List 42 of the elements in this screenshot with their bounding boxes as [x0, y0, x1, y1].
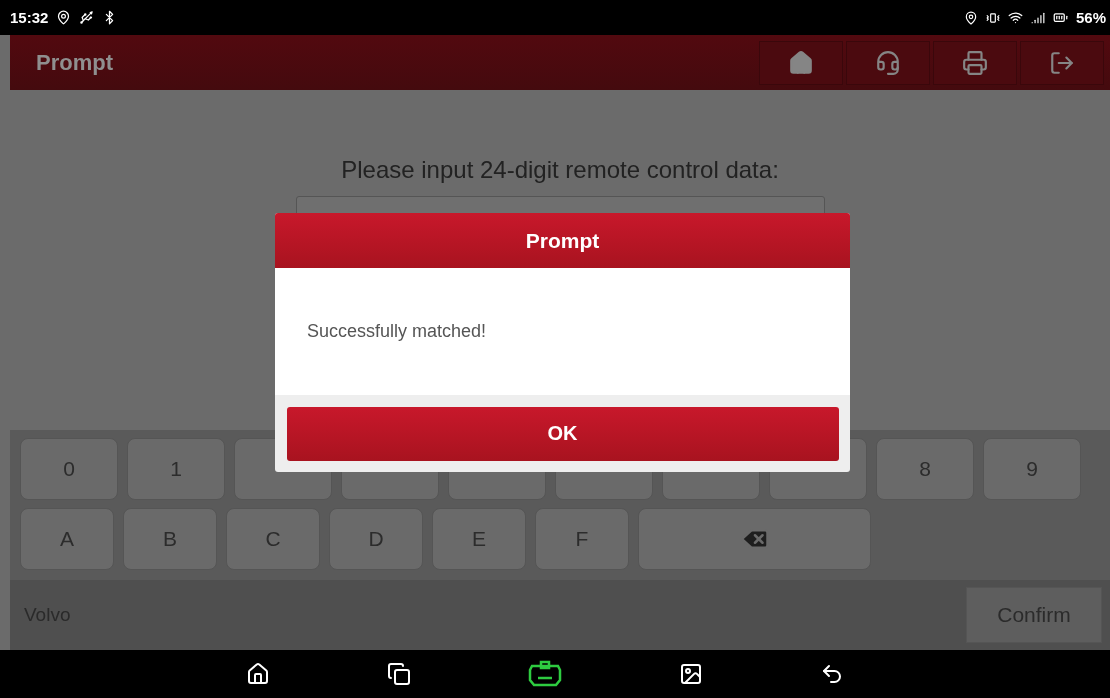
key[interactable]: 8 — [876, 438, 974, 500]
exit-icon — [1049, 49, 1075, 76]
headset-icon — [875, 49, 901, 76]
key[interactable]: 9 — [983, 438, 1081, 500]
battery-icon — [1052, 10, 1068, 25]
key[interactable]: E — [432, 508, 526, 570]
toolbar-button[interactable] — [933, 40, 1017, 85]
key[interactable]: 0 — [20, 438, 118, 500]
printer-icon — [962, 49, 988, 76]
key[interactable]: B — [123, 508, 217, 570]
back-icon — [820, 662, 844, 686]
page-title: Prompt — [35, 49, 113, 76]
wifi-icon — [1007, 10, 1023, 25]
usb-icon — [79, 10, 95, 25]
nav-button[interactable] — [820, 662, 844, 686]
dialog-title: Prompt — [275, 213, 850, 268]
key[interactable]: A — [20, 508, 114, 570]
signal-icon — [1030, 10, 1045, 25]
recents-icon — [387, 662, 411, 686]
toolbar-button[interactable] — [846, 40, 930, 85]
home-icon — [246, 662, 270, 686]
gallery-icon — [679, 662, 703, 686]
dialog-message: Successfully matched! — [307, 321, 487, 342]
nav-button[interactable] — [679, 662, 703, 686]
location-icon — [963, 10, 978, 25]
clock-time: 15:32 — [10, 9, 49, 26]
vibrate-icon — [985, 10, 1000, 25]
nav-button[interactable] — [246, 662, 270, 686]
ok-button[interactable]: OK — [286, 406, 839, 461]
nav-button[interactable] — [387, 662, 411, 686]
prompt-label: Please input 24-digit remote control data: — [341, 156, 779, 184]
connector-icon — [528, 660, 562, 688]
toolbar-button[interactable] — [759, 40, 843, 85]
key[interactable]: C — [226, 508, 320, 570]
nav-button[interactable] — [528, 660, 562, 688]
battery-percent: 56% — [1075, 9, 1106, 26]
key[interactable]: F — [535, 508, 629, 570]
toolbar-button[interactable] — [1020, 40, 1104, 85]
location-icon — [56, 10, 72, 25]
home-icon — [788, 49, 814, 76]
key[interactable]: 1 — [127, 438, 225, 500]
key[interactable]: D — [329, 508, 423, 570]
